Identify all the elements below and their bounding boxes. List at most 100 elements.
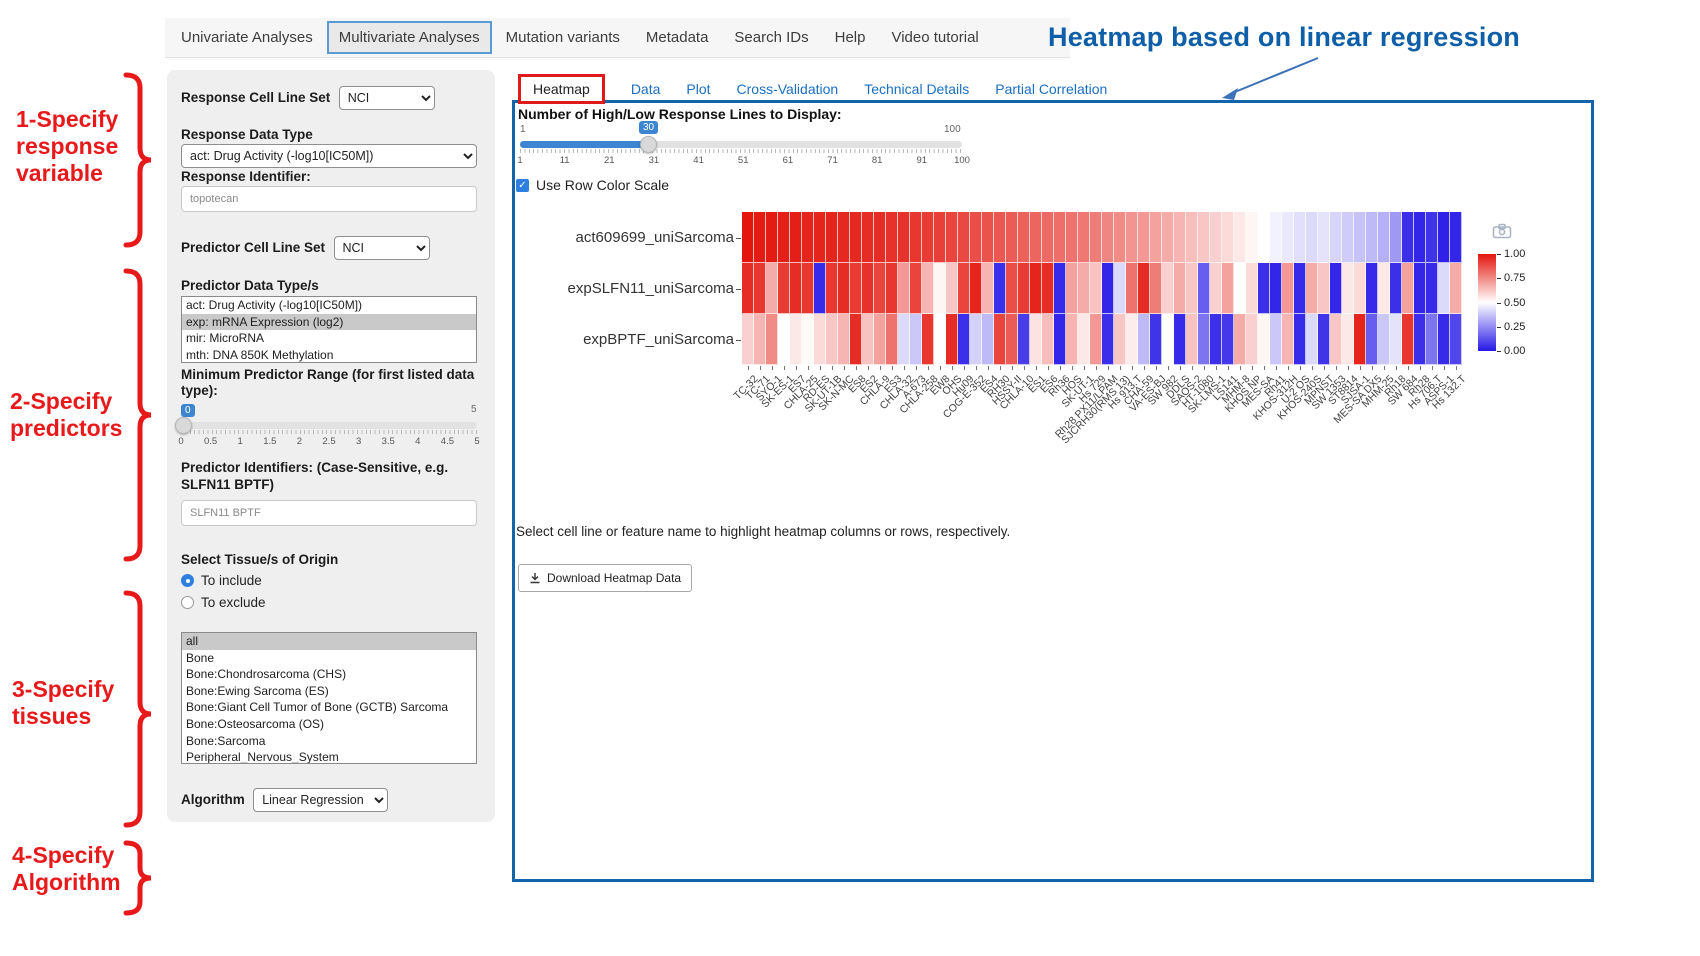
heatmap-cell[interactable] <box>982 212 994 263</box>
heatmap-cell[interactable] <box>778 314 790 365</box>
algorithm-select[interactable]: Linear Regression <box>253 788 388 812</box>
heatmap-cell[interactable] <box>946 212 958 263</box>
heatmap-cell[interactable] <box>922 314 934 365</box>
heatmap-cell[interactable] <box>1126 263 1138 314</box>
list-option[interactable]: mir: MicroRNA <box>182 330 476 347</box>
heatmap-cell[interactable] <box>826 212 838 263</box>
heatmap-cell[interactable] <box>1258 263 1270 314</box>
heatmap-cell[interactable] <box>1306 212 1318 263</box>
heatmap-cell[interactable] <box>1114 263 1126 314</box>
heatmap-cell[interactable] <box>1018 212 1030 263</box>
heatmap-cell[interactable] <box>1354 263 1366 314</box>
nav-item-help[interactable]: Help <box>823 21 878 54</box>
response-lines-slider-handle[interactable] <box>640 136 657 153</box>
heatmap-cell[interactable] <box>1390 212 1402 263</box>
heatmap-cell[interactable] <box>958 314 970 365</box>
heatmap-cell[interactable] <box>1078 314 1090 365</box>
heatmap-cell[interactable] <box>1198 212 1210 263</box>
heatmap-cell[interactable] <box>1366 212 1378 263</box>
radio-selected-icon[interactable] <box>181 574 194 587</box>
heatmap-cell[interactable] <box>1054 212 1066 263</box>
heatmap-cell[interactable] <box>754 212 766 263</box>
heatmap-row-label[interactable]: expBPTF_uniSarcoma <box>504 331 734 348</box>
heatmap-cell[interactable] <box>790 314 802 365</box>
heatmap-row-label[interactable]: expSLFN11_uniSarcoma <box>504 280 734 297</box>
tab-cross-validation[interactable]: Cross-Validation <box>737 81 839 97</box>
heatmap-cell[interactable] <box>1294 263 1306 314</box>
heatmap-cell[interactable] <box>1318 212 1330 263</box>
heatmap-cell[interactable] <box>1150 263 1162 314</box>
heatmap-cell[interactable] <box>1450 314 1462 365</box>
download-heatmap-button[interactable]: Download Heatmap Data <box>518 564 692 592</box>
heatmap-cell[interactable] <box>898 263 910 314</box>
heatmap-cell[interactable] <box>1414 314 1426 365</box>
heatmap-cell[interactable] <box>742 314 754 365</box>
heatmap-cell[interactable] <box>874 314 886 365</box>
heatmap-cell[interactable] <box>1030 212 1042 263</box>
heatmap-cell[interactable] <box>1282 212 1294 263</box>
heatmap-cell[interactable] <box>1210 314 1222 365</box>
heatmap-cell[interactable] <box>1078 212 1090 263</box>
heatmap-cell[interactable] <box>946 314 958 365</box>
response-data-type-select[interactable]: act: Drug Activity (-log10[IC50M]) <box>181 144 477 168</box>
list-option[interactable]: exp: mRNA Expression (log2) <box>182 314 476 331</box>
heatmap-cell[interactable] <box>874 263 886 314</box>
heatmap-cell[interactable] <box>1318 314 1330 365</box>
heatmap-cell[interactable] <box>1066 314 1078 365</box>
heatmap-cell[interactable] <box>1282 314 1294 365</box>
heatmap-cell[interactable] <box>1186 263 1198 314</box>
heatmap-cell[interactable] <box>838 263 850 314</box>
camera-icon[interactable] <box>1492 223 1512 239</box>
heatmap-cell[interactable] <box>1414 263 1426 314</box>
heatmap-cell[interactable] <box>814 212 826 263</box>
heatmap-cell[interactable] <box>1042 212 1054 263</box>
heatmap-cell[interactable] <box>1174 314 1186 365</box>
heatmap-cell[interactable] <box>742 263 754 314</box>
heatmap-cell[interactable] <box>934 263 946 314</box>
heatmap-cell[interactable] <box>1294 212 1306 263</box>
heatmap-cell[interactable] <box>1150 314 1162 365</box>
heatmap-cell[interactable] <box>802 314 814 365</box>
heatmap-cell[interactable] <box>922 263 934 314</box>
heatmap-cell[interactable] <box>1066 263 1078 314</box>
list-option[interactable]: all <box>182 633 476 650</box>
min-range-slider-track[interactable] <box>181 422 477 429</box>
nav-item-search-ids[interactable]: Search IDs <box>722 21 820 54</box>
nav-item-univariate-analyses[interactable]: Univariate Analyses <box>169 21 325 54</box>
heatmap-cell[interactable] <box>1438 314 1450 365</box>
predictor-identifiers-input[interactable] <box>181 500 477 526</box>
predictor-cell-line-set-select[interactable]: NCI <box>334 236 430 260</box>
heatmap-cell[interactable] <box>1366 263 1378 314</box>
heatmap-cell[interactable] <box>1390 314 1402 365</box>
heatmap-cell[interactable] <box>886 212 898 263</box>
heatmap-cell[interactable] <box>1270 212 1282 263</box>
heatmap-cell[interactable] <box>1426 314 1438 365</box>
heatmap-cell[interactable] <box>1330 314 1342 365</box>
response-identifier-input[interactable] <box>181 186 477 212</box>
heatmap-cell[interactable] <box>1402 314 1414 365</box>
heatmap-cell[interactable] <box>1126 314 1138 365</box>
heatmap-cell[interactable] <box>850 314 862 365</box>
heatmap-cell[interactable] <box>790 212 802 263</box>
list-option[interactable]: mth: DNA 850K Methylation <box>182 347 476 363</box>
heatmap-cell[interactable] <box>1090 212 1102 263</box>
heatmap-cell[interactable] <box>838 314 850 365</box>
heatmap-cell[interactable] <box>1126 212 1138 263</box>
list-option[interactable]: Bone <box>182 650 476 667</box>
heatmap-cell[interactable] <box>1390 263 1402 314</box>
min-range-slider-handle[interactable] <box>175 417 192 434</box>
heatmap-cell[interactable] <box>766 263 778 314</box>
heatmap-cell[interactable] <box>1042 263 1054 314</box>
heatmap-cell[interactable] <box>754 263 766 314</box>
heatmap-cell[interactable] <box>1234 212 1246 263</box>
heatmap-cell[interactable] <box>1438 212 1450 263</box>
heatmap-cell[interactable] <box>1174 263 1186 314</box>
heatmap-cell[interactable] <box>1306 314 1318 365</box>
heatmap-cell[interactable] <box>1066 212 1078 263</box>
heatmap-cell[interactable] <box>994 212 1006 263</box>
heatmap-cell[interactable] <box>1138 263 1150 314</box>
response-cell-line-set-select[interactable]: NCI <box>339 86 435 110</box>
list-option[interactable]: Bone:Sarcoma <box>182 733 476 750</box>
heatmap-cell[interactable] <box>1354 314 1366 365</box>
heatmap-cell[interactable] <box>814 314 826 365</box>
